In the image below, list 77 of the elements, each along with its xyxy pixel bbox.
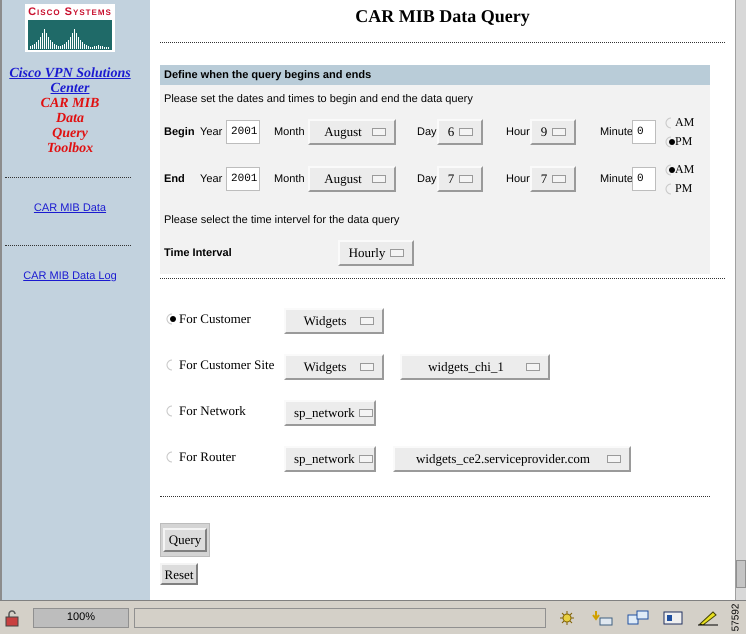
field-label: Hour <box>506 172 530 187</box>
dropdown-icon <box>552 175 566 183</box>
hour-select[interactable]: 7 <box>530 166 576 192</box>
nav-link[interactable]: CAR MIB Data <box>34 200 106 216</box>
instruction-text: Please select the time intervel for the data query <box>163 212 400 228</box>
hour-select[interactable]: 9 <box>530 119 576 145</box>
field-label: Minute <box>600 172 632 187</box>
scrollbar[interactable] <box>735 0 746 600</box>
figure-number: 57592 <box>730 604 742 632</box>
radio-label: AM <box>675 161 694 178</box>
dropdown-icon <box>390 249 404 257</box>
nav-link[interactable]: Cisco VPN Solutions <box>9 66 131 81</box>
panel-heading: Define when the query begins and ends <box>160 65 710 85</box>
interval-select[interactable]: Hourly <box>338 240 414 266</box>
field-label: Month <box>274 124 306 140</box>
day-select[interactable]: 6 <box>437 119 483 145</box>
day-select[interactable]: 7 <box>437 166 483 192</box>
radio-label: For Router <box>179 448 236 466</box>
address-card-icon[interactable] <box>663 610 683 626</box>
dropdown-icon <box>360 363 374 371</box>
nav-link[interactable]: Center <box>50 81 90 96</box>
field-label: Day <box>417 124 437 140</box>
sidebar-subtitle: Data <box>56 111 84 126</box>
pen-icon[interactable] <box>697 610 719 626</box>
radio-button[interactable] <box>665 136 677 148</box>
radio-label: For Customer <box>179 310 251 328</box>
bridge-logo-icon <box>28 20 112 50</box>
dropdown-icon <box>552 128 566 136</box>
item-select[interactable]: widgets_ce2.serviceprovider.com <box>393 446 631 472</box>
dropdown-icon <box>459 128 473 136</box>
radio-label: PM <box>675 133 692 150</box>
dropdown-icon <box>358 409 373 417</box>
field-label: Year <box>200 172 224 187</box>
dropdown-icon <box>372 128 386 136</box>
dropdown-icon <box>459 175 473 183</box>
field-label: Year <box>200 124 224 140</box>
radio-label: For Network <box>179 402 246 420</box>
field-label: Month <box>274 172 306 187</box>
radio-button[interactable] <box>166 313 178 325</box>
scope-select[interactable]: sp_network <box>284 446 376 472</box>
sidebar-subtitle: CAR MIB <box>40 96 100 111</box>
radio-button[interactable] <box>665 164 677 176</box>
month-select[interactable]: August <box>308 166 396 192</box>
year-field[interactable]: 2001 <box>226 167 260 191</box>
nav-link[interactable]: CAR MIB Data Log <box>23 268 117 284</box>
radio-label: PM <box>675 180 692 197</box>
interval-label: Time Interval <box>164 246 233 261</box>
dropdown-icon <box>360 317 374 325</box>
reset-button[interactable]: Reset <box>160 563 198 585</box>
row-label: End <box>164 172 186 187</box>
zoom-level: 100% <box>33 608 129 628</box>
minute-field[interactable]: 0 <box>632 167 656 191</box>
scope-select[interactable]: Widgets <box>284 308 384 334</box>
sun-icon[interactable] <box>557 610 577 626</box>
dropdown-icon <box>526 363 540 371</box>
instruction-text: Please set the dates and times to begin and end the data query <box>163 92 474 107</box>
row-label: Begin <box>164 124 196 140</box>
field-label: Day <box>417 172 437 187</box>
radio-label: For Customer Site <box>179 356 274 374</box>
download-icon[interactable] <box>591 610 613 626</box>
month-select[interactable]: August <box>308 119 396 145</box>
field-label: Hour <box>506 124 530 140</box>
radio-label: AM <box>675 114 694 131</box>
sidebar-subtitle: Query <box>52 126 88 141</box>
logo: Cisco Systems <box>25 4 115 52</box>
item-select[interactable]: widgets_chi_1 <box>400 354 550 380</box>
dropdown-icon <box>607 455 621 463</box>
dropdown-icon <box>358 455 373 463</box>
query-button[interactable]: Query <box>162 528 208 552</box>
field-label: Minute <box>600 124 632 140</box>
minute-field[interactable]: 0 <box>632 120 656 144</box>
sidebar-subtitle: Toolbox <box>46 141 94 156</box>
scope-select[interactable]: sp_network <box>284 400 376 426</box>
year-field[interactable]: 2001 <box>226 120 260 144</box>
page-title: CAR MIB Data Query <box>354 5 531 27</box>
dropdown-icon <box>372 175 386 183</box>
scope-select[interactable]: Widgets <box>284 354 384 380</box>
